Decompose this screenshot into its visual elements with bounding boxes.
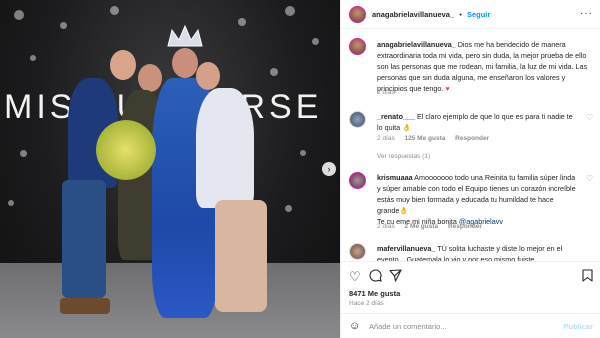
person-head bbox=[172, 48, 198, 78]
heart-emoji-icon: ♥ bbox=[445, 84, 450, 93]
person-head bbox=[138, 64, 162, 92]
avatar[interactable] bbox=[349, 172, 366, 189]
bokeh-light bbox=[20, 150, 27, 157]
comment-time: 2 días bbox=[377, 223, 395, 230]
comment-input[interactable] bbox=[369, 320, 559, 333]
caption-username[interactable]: anagabrielavillanueva_ bbox=[377, 40, 456, 49]
avatar[interactable] bbox=[349, 6, 366, 23]
bokeh-light bbox=[285, 6, 295, 16]
comment-username[interactable]: krismuaaa bbox=[377, 173, 413, 182]
comment-meta: 2 días 125 Me gusta Responder bbox=[377, 135, 497, 142]
person-woman-legs bbox=[215, 200, 267, 312]
emoji-icon[interactable]: ☺ bbox=[349, 320, 360, 332]
comment-time: 2 días bbox=[377, 135, 395, 142]
bokeh-light bbox=[285, 205, 292, 212]
person-head bbox=[196, 62, 220, 90]
comment-text: krismuaaa Amooooooo todo una Reinita tu … bbox=[377, 172, 577, 227]
comment-text: mafervillanueva_ TÚ solita luchaste y di… bbox=[377, 243, 577, 261]
post-header: anagabrielavillanueva_ • Seguir ··· bbox=[341, 0, 600, 29]
likes-count[interactable]: 8471 Me gusta bbox=[349, 289, 400, 298]
person-woman-white-suit bbox=[196, 88, 254, 208]
flower-bouquet bbox=[96, 120, 156, 180]
view-replies-button[interactable]: Ver respuestas (1) bbox=[377, 153, 430, 160]
comment-meta: 2 días 2 Me gusta Responder bbox=[377, 223, 490, 230]
post-photo[interactable]: MISS UNIVERSE › bbox=[0, 0, 340, 338]
share-icon[interactable] bbox=[389, 269, 402, 285]
bokeh-light bbox=[300, 150, 306, 156]
bokeh-light bbox=[312, 38, 319, 45]
post-time-ago: Hace 2 días bbox=[349, 300, 384, 307]
like-comment-icon[interactable]: ♡ bbox=[586, 113, 593, 122]
reply-button[interactable]: Responder bbox=[448, 223, 482, 230]
bokeh-light bbox=[110, 6, 119, 15]
avatar[interactable] bbox=[349, 38, 366, 55]
post-actions-bar: ♡ 8471 Me gusta Hace 2 días bbox=[341, 261, 600, 313]
caption-time: 2 días bbox=[377, 89, 395, 96]
bokeh-light bbox=[14, 10, 24, 20]
bokeh-light bbox=[238, 18, 246, 26]
comment-username[interactable]: _renato___ bbox=[377, 112, 415, 121]
follow-button[interactable]: Seguir bbox=[467, 10, 490, 19]
like-comment-icon[interactable]: ♡ bbox=[586, 174, 593, 183]
avatar[interactable] bbox=[349, 243, 366, 260]
comment-composer: ☺ Publicar bbox=[341, 313, 600, 338]
header-separator: • bbox=[459, 10, 462, 19]
comment-icon[interactable] bbox=[369, 269, 382, 285]
person-head bbox=[110, 50, 136, 80]
crown-icon bbox=[164, 24, 206, 48]
bokeh-light bbox=[8, 200, 14, 206]
publish-button[interactable]: Publicar bbox=[563, 322, 593, 331]
instagram-post-view: MISS UNIVERSE › anagabrielavillanueva_ •… bbox=[0, 0, 600, 338]
person-man-legs bbox=[62, 180, 106, 298]
more-options-icon[interactable]: ··· bbox=[580, 8, 593, 19]
comment-likes[interactable]: 125 Me gusta bbox=[405, 135, 446, 142]
next-image-button[interactable]: › bbox=[322, 162, 336, 176]
like-heart-icon[interactable]: ♡ bbox=[349, 269, 361, 285]
bokeh-light bbox=[270, 68, 278, 76]
header-line: anagabrielavillanueva_ • Seguir bbox=[372, 10, 490, 19]
comment-text: _renato___ El claro ejemplo de que lo qu… bbox=[377, 111, 577, 133]
comment-likes[interactable]: 2 Me gusta bbox=[405, 223, 439, 230]
save-bookmark-icon[interactable] bbox=[582, 269, 593, 285]
comments-list[interactable]: anagabrielavillanueva_ Dios me ha bendec… bbox=[341, 29, 600, 261]
avatar[interactable] bbox=[349, 111, 366, 128]
caption-text: anagabrielavillanueva_ Dios me ha bendec… bbox=[377, 39, 591, 94]
reply-button[interactable]: Responder bbox=[455, 135, 489, 142]
view-replies-label: Ver respuestas (1) bbox=[377, 153, 431, 160]
bokeh-light bbox=[60, 22, 67, 29]
post-side-panel: anagabrielavillanueva_ • Seguir ··· anag… bbox=[340, 0, 600, 338]
person-man-shoes bbox=[60, 298, 110, 314]
bokeh-light bbox=[30, 55, 36, 61]
header-username[interactable]: anagabrielavillanueva_ bbox=[372, 10, 454, 19]
caption-meta: 2 días bbox=[377, 89, 403, 96]
comment-username[interactable]: mafervillanueva_ bbox=[377, 244, 435, 253]
